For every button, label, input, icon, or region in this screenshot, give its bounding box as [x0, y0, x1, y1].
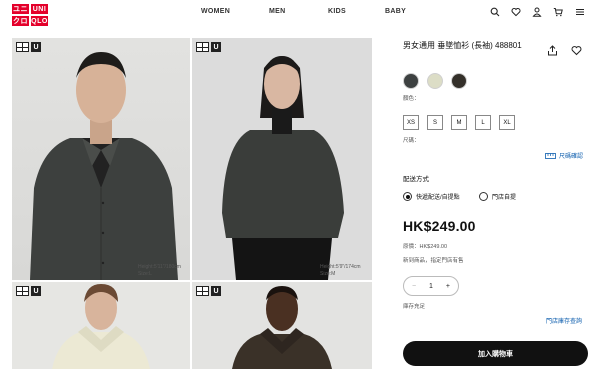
size-option-xs[interactable]: XS	[403, 115, 419, 130]
store-stock-link[interactable]: 門店庫存查詢	[546, 316, 582, 325]
radio-unselected-icon	[479, 192, 488, 201]
stock-status: 庫存充足	[403, 304, 426, 310]
model-size: Size:M	[320, 270, 336, 277]
model-caption: Height:5'11"/180cm Size:L	[138, 264, 181, 277]
quantity-value[interactable]: 1	[429, 283, 433, 290]
ruler-icon	[545, 152, 556, 159]
photo-badges: U	[16, 286, 41, 296]
uniqlo-badge-icon	[196, 286, 209, 296]
product-details: 男女通用 垂墜恤衫 (長袖) 488801 顏色： XS S M L XL 尺碼…	[403, 0, 588, 369]
product-price: HK$249.00	[403, 218, 476, 234]
product-note: 新到商品，指定門店有售	[403, 258, 464, 264]
logo-cell: QLO	[31, 16, 48, 26]
model-height: Height:5'9"/174cm	[320, 264, 361, 270]
photo-badges: U	[16, 42, 41, 52]
model-size: Size:L	[138, 270, 152, 277]
u-badge: U	[31, 286, 41, 296]
uniqlo-logo[interactable]: ユニ UNI クロ QLO	[12, 4, 48, 26]
delivery-method-title: 配送方式	[403, 176, 429, 183]
product-photo[interactable]: U	[192, 282, 372, 369]
nav-men[interactable]: MEN	[269, 8, 285, 15]
product-title: 男女通用 垂墜恤衫 (長袖) 488801	[403, 41, 522, 50]
model-caption: Height:5'9"/174cm Size:M	[320, 264, 361, 277]
nav-women[interactable]: WOMEN	[201, 8, 230, 15]
size-option-m[interactable]: M	[451, 115, 467, 130]
increase-button[interactable]: +	[446, 283, 450, 290]
uniqlo-badge-icon	[196, 42, 209, 52]
u-badge: U	[211, 286, 221, 296]
size-option-l[interactable]: L	[475, 115, 491, 130]
photo-badges: U	[196, 42, 221, 52]
product-photo[interactable]: U	[12, 282, 190, 369]
add-to-cart-button[interactable]: 加入購物車	[403, 341, 588, 366]
decrease-button[interactable]: −	[412, 283, 416, 290]
color-swatch-cream[interactable]	[427, 73, 443, 89]
size-option-s[interactable]: S	[427, 115, 443, 130]
color-label: 顏色：	[403, 96, 420, 102]
quantity-stepper: − 1 +	[403, 276, 459, 296]
logo-cell: クロ	[12, 16, 29, 26]
product-photo[interactable]: U Height:5'9"/174cm Size:M	[192, 38, 372, 280]
original-price: 原價：HK$249.00	[403, 244, 448, 250]
delivery-option-label: 快遞配送/自提點	[416, 195, 460, 201]
uniqlo-badge-icon	[16, 42, 29, 52]
radio-selected-icon	[403, 192, 412, 201]
nav-kids[interactable]: KIDS	[328, 8, 346, 15]
size-guide-link[interactable]: 尺碼確認	[545, 151, 583, 160]
size-option-xl[interactable]: XL	[499, 115, 515, 130]
u-badge: U	[211, 42, 221, 52]
delivery-option-label: 門店自提	[492, 195, 517, 201]
model-figure	[222, 56, 344, 280]
logo-cell: ユニ	[12, 4, 29, 14]
delivery-option-courier[interactable]: 快遞配送/自提點	[403, 192, 460, 201]
size-guide-label: 尺碼確認	[559, 154, 584, 160]
logo-cell: UNI	[31, 4, 48, 14]
u-badge: U	[31, 42, 41, 52]
favorite-icon[interactable]	[571, 43, 582, 56]
size-label: 尺碼：	[403, 138, 420, 144]
model-height: Height:5'11"/180cm	[138, 264, 181, 270]
delivery-option-store-pickup[interactable]: 門店自提	[479, 192, 516, 201]
share-icon[interactable]	[547, 43, 558, 56]
color-swatch-dark-brown[interactable]	[451, 73, 467, 89]
model-figure	[30, 52, 178, 280]
product-photo[interactable]: U Height:5'11"/180cm Size:L	[12, 38, 190, 280]
photo-badges: U	[196, 286, 221, 296]
uniqlo-badge-icon	[16, 286, 29, 296]
color-swatch-dark-gray[interactable]	[403, 73, 419, 89]
